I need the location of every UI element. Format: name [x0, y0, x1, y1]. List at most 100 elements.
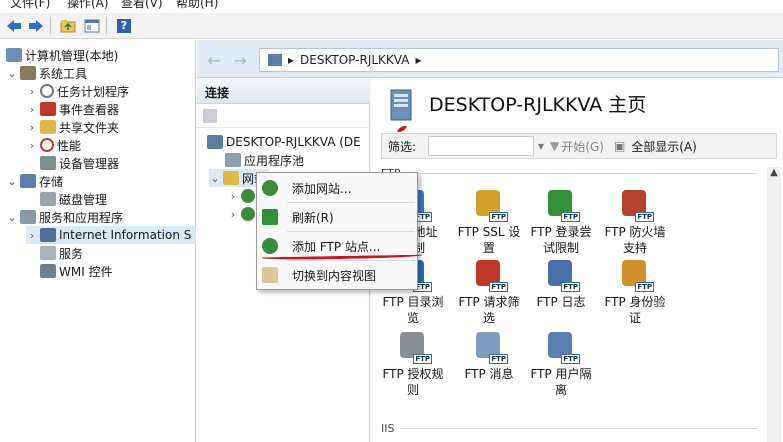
menu-item-add-website[interactable]: 添加网站... — [257, 177, 417, 199]
scrollbar[interactable]: ▲ — [767, 167, 781, 442]
feature-label: FTP SSL 设 — [457, 225, 521, 239]
tree-item-wmi[interactable]: WMI 控件 — [38, 262, 113, 280]
app-pool-icon — [225, 153, 241, 167]
tree-item-device-manager[interactable]: 设备管理器 — [38, 154, 119, 172]
wmi-icon — [40, 264, 56, 278]
conn-server[interactable]: DESKTOP-RJLKKVA (DE — [205, 133, 361, 151]
feature-item[interactable]: FTP FTP 登录尝 试限制 — [523, 188, 599, 256]
feature-item[interactable]: FTP FTP 日志 — [523, 258, 599, 310]
chevron-down-icon[interactable]: ⌄ — [6, 67, 18, 80]
tree-item-task-scheduler[interactable]: › 任务计划程序 — [26, 82, 129, 100]
breadcrumb[interactable]: ▸ DESKTOP-RJLKKVA ▸ — [259, 48, 779, 72]
feature-label: FTP 消息 — [464, 367, 514, 381]
feature-label-line2: 试限制 — [542, 241, 579, 255]
feature-item[interactable]: FTP FTP SSL 设置 — [451, 188, 527, 256]
feature-item[interactable]: FTP FTP 消息 — [451, 330, 527, 382]
ftp-logon-attempt-icon: FTP — [544, 188, 580, 222]
console-tree-button[interactable] — [82, 16, 102, 36]
iis-back-button[interactable]: ← — [203, 49, 225, 71]
menu-view[interactable]: 查看(V) — [121, 0, 163, 11]
ftp-badge: FTP — [489, 354, 508, 364]
filter-input[interactable] — [428, 136, 534, 156]
connections-header: 连接 — [197, 78, 370, 104]
show-all-icon: ▣ — [613, 139, 626, 153]
menu-item-refresh[interactable]: 刷新(R) — [257, 206, 417, 228]
menu-file[interactable]: 文件(F) — [10, 0, 50, 11]
ftp-messages-icon: FTP — [472, 330, 508, 364]
chevron-right-icon[interactable]: › — [227, 190, 239, 203]
chevron-down-icon[interactable]: ⌄ — [209, 172, 221, 185]
section-ftp: FTP — [381, 166, 757, 180]
menu-bar: 文件(F) 操作(A) 查看(V) 帮助(H) — [0, 0, 783, 12]
connect-icon[interactable] — [203, 109, 217, 123]
feature-label-line2: 选 — [482, 311, 495, 325]
chevron-right-icon[interactable]: › — [227, 208, 239, 221]
ftp-badge: FTP — [561, 354, 580, 364]
chevron-right-icon[interactable]: › — [26, 121, 38, 134]
ftp-request-filtering-icon: FTP — [472, 258, 508, 292]
conn-site-1[interactable]: › — [227, 187, 258, 205]
show-all-button[interactable]: 全部显示(A) — [631, 138, 697, 155]
feature-item[interactable]: FTP FTP 授权规则 — [375, 330, 451, 398]
menu-action[interactable]: 操作(A) — [67, 0, 109, 11]
tree-item-storage[interactable]: ⌄ 存储 — [6, 172, 63, 190]
ftp-authentication-icon: FTP — [618, 258, 654, 292]
ftp-badge: FTP — [635, 212, 654, 222]
tree-item-services[interactable]: 服务 — [38, 244, 83, 262]
back-button[interactable] — [4, 16, 24, 36]
chevron-down-icon[interactable]: ⌄ — [6, 175, 18, 188]
iis-icon — [40, 228, 56, 242]
ftp-badge: FTP — [413, 354, 432, 364]
feature-item[interactable]: FTP FTP 用户隔离 — [523, 330, 599, 398]
dropdown-icon[interactable]: ▾ — [538, 139, 544, 153]
page-title: DESKTOP-RJLKKVA 主页 — [429, 94, 647, 116]
tree-item-system-tools[interactable]: ⌄ 系统工具 — [6, 64, 87, 82]
ftp-badge: FTP — [561, 212, 580, 222]
tree-item-computer-management[interactable]: 计算机管理(本地) — [4, 46, 118, 64]
arrow-left-icon: ← — [207, 50, 221, 70]
ftp-badge: FTP — [635, 282, 654, 292]
scroll-up-icon[interactable]: ▲ — [767, 167, 781, 181]
forward-button[interactable] — [26, 16, 46, 36]
ftp-user-isolation-icon: FTP — [544, 330, 580, 364]
chevron-right-icon[interactable]: › — [26, 85, 38, 98]
console-tree: 计算机管理(本地) ⌄ 系统工具 › 任务计划程序 › 事件查看器 › 共享文件… — [0, 40, 196, 442]
menu-help[interactable]: 帮助(H) — [176, 0, 218, 11]
menu-item-switch-content-view[interactable]: 切换到内容视图 — [257, 264, 417, 286]
server-icon — [207, 135, 223, 149]
connections-toolbar — [197, 104, 370, 128]
feature-item[interactable]: FTP FTP 防火墙 支持 — [597, 188, 673, 256]
arrow-right-icon: → — [233, 50, 247, 70]
conn-site-2[interactable]: › — [227, 205, 258, 223]
tree-item-shared-folders[interactable]: › 共享文件夹 — [26, 118, 119, 136]
conn-app-pools[interactable]: 应用程序池 — [223, 151, 304, 169]
shared-folder-icon — [40, 120, 56, 134]
breadcrumb-server[interactable]: DESKTOP-RJLKKVA — [300, 53, 409, 67]
chevron-right-icon[interactable]: › — [26, 229, 38, 242]
chevron-right-icon[interactable]: › — [26, 103, 38, 116]
feature-label: FTP 日志 — [536, 295, 586, 309]
up-folder-button[interactable] — [58, 16, 78, 36]
feature-label-line2: 离 — [554, 383, 567, 397]
feature-label-line2: 置 — [482, 241, 495, 255]
feature-view: DESKTOP-RJLKKVA 主页 筛选: ▾ ▼ 开始(G) ▣ 全部显示(… — [371, 78, 783, 442]
tree-item-iis[interactable]: › Internet Information S — [26, 226, 196, 244]
ftp-authorization-icon: FTP — [396, 330, 432, 364]
folder-up-icon — [60, 20, 76, 33]
ftp-badge: FTP — [489, 212, 508, 222]
storage-icon — [20, 174, 36, 188]
content-view-icon — [262, 267, 278, 283]
chevron-down-icon[interactable]: ⌄ — [6, 211, 18, 224]
feature-item[interactable]: FTP FTP 请求筛选 — [451, 258, 527, 326]
ftp-badge: FTP — [561, 282, 580, 292]
feature-item[interactable]: FTP FTP 身份验证 — [597, 258, 673, 326]
chevron-right-icon[interactable]: › — [26, 139, 38, 152]
tree-item-disk-management[interactable]: 磁盘管理 — [38, 190, 107, 208]
feature-label: FTP 身份验 — [604, 295, 666, 309]
help-button[interactable]: ? — [114, 16, 134, 36]
tree-item-services-apps[interactable]: ⌄ 服务和应用程序 — [6, 208, 123, 226]
tree-item-event-viewer[interactable]: › 事件查看器 — [26, 100, 119, 118]
iis-forward-button[interactable]: → — [229, 49, 251, 71]
tree-item-performance[interactable]: › 性能 — [26, 136, 81, 154]
start-button[interactable]: 开始(G) — [561, 138, 604, 155]
